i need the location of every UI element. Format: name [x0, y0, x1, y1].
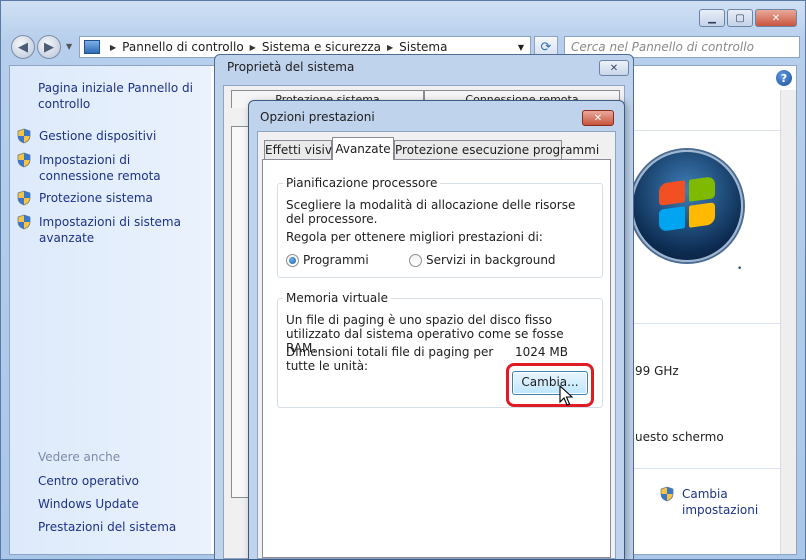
- paging-size-value: 1024 MB: [515, 345, 568, 359]
- task-advanced-system-settings[interactable]: Impostazioni di sistema avanzate: [16, 214, 206, 246]
- task-remote-settings[interactable]: Impostazioni di connessione remota: [16, 152, 206, 184]
- pen-touch-text: uesto schermo: [635, 430, 724, 444]
- performance-options-dialog: Opzioni prestazioni ✕ Effetti visivi Ava…: [248, 100, 625, 560]
- task-pane: Pagina iniziale Pannello di controllo Ge…: [10, 66, 211, 554]
- tab-advanced[interactable]: Avanzate: [332, 137, 394, 160]
- radio-programs[interactable]: Programmi: [286, 253, 369, 267]
- close-button[interactable]: ✕: [755, 9, 797, 27]
- refresh-icon: ⟳: [540, 39, 552, 55]
- recent-pages-dropdown[interactable]: ▼: [66, 42, 72, 51]
- group-title: Memoria virtuale: [283, 291, 391, 305]
- change-settings-link[interactable]: Cambia impostazioni: [659, 486, 772, 518]
- back-button[interactable]: ◀: [11, 35, 35, 59]
- arrow-left-icon: ◀: [18, 39, 28, 55]
- task-label: Gestione dispositivi: [39, 129, 157, 143]
- chevron-right-icon[interactable]: ▶: [387, 43, 393, 52]
- uac-shield-icon: [16, 152, 32, 168]
- radio-label: Servizi in background: [426, 253, 556, 267]
- dialog-title: Opzioni prestazioni: [260, 110, 375, 124]
- processor-scheduling-group: Pianificazione processore Scegliere la m…: [277, 176, 603, 278]
- chevron-right-icon[interactable]: ▶: [250, 43, 256, 52]
- uac-shield-icon: [16, 190, 32, 206]
- close-icon: ✕: [593, 112, 603, 124]
- chevron-right-icon[interactable]: ▶: [110, 43, 116, 52]
- uac-shield-icon: [659, 486, 675, 502]
- vertical-scrollbar[interactable]: [780, 90, 796, 554]
- adjust-prompt: Regola per ottenere migliori prestazioni…: [286, 230, 543, 244]
- radio-label: Programmi: [303, 253, 369, 267]
- performance-info-link[interactable]: Prestazioni del sistema: [38, 520, 176, 534]
- tab-dep[interactable]: Protezione esecuzione programmi: [394, 140, 599, 159]
- mouse-cursor-icon: [559, 385, 573, 406]
- logo-trademark: •: [737, 264, 743, 274]
- maximize-button[interactable]: ▢: [727, 9, 753, 27]
- caption-buttons: ▁ ▢ ✕: [699, 9, 797, 27]
- task-label: Protezione sistema: [39, 191, 153, 205]
- breadcrumb-control-panel[interactable]: Pannello di controllo: [122, 40, 244, 54]
- divider: [631, 323, 780, 324]
- processor-description: Scegliere la modalità di allocazione del…: [286, 198, 576, 226]
- forward-button[interactable]: ▶: [37, 35, 61, 59]
- breadcrumb-system-security[interactable]: Sistema e sicurezza: [262, 40, 381, 54]
- close-button[interactable]: ✕: [582, 110, 614, 126]
- control-panel-home-link[interactable]: Pagina iniziale Pannello di controllo: [38, 80, 198, 112]
- tab-visual-effects[interactable]: Effetti visivi: [264, 140, 335, 159]
- change-settings-label: Cambia impostazioni: [682, 487, 759, 517]
- radio-button-selected[interactable]: [286, 253, 299, 267]
- arrow-right-icon: ▶: [44, 39, 54, 55]
- close-button[interactable]: ✕: [599, 60, 629, 76]
- divider: [631, 468, 780, 469]
- advanced-tab-page: Pianificazione processore Scegliere la m…: [262, 159, 611, 558]
- minimize-button[interactable]: ▁: [699, 9, 725, 27]
- help-icon[interactable]: ?: [776, 70, 792, 86]
- change-paging-button[interactable]: Cambia...: [512, 371, 588, 395]
- action-center-link[interactable]: Centro operativo: [38, 474, 139, 488]
- performance-options-body: Effetti visivi Avanzate Protezione esecu…: [257, 131, 616, 559]
- paging-size-label: Dimensioni totali file di paging per tut…: [286, 345, 494, 373]
- radio-background-services[interactable]: Servizi in background: [409, 253, 556, 267]
- task-label: Impostazioni di connessione remota: [39, 153, 161, 183]
- task-label: Impostazioni di sistema avanzate: [39, 215, 181, 245]
- divider: [631, 130, 780, 131]
- task-device-manager[interactable]: Gestione dispositivi: [16, 128, 206, 144]
- control-panel-icon: [84, 40, 100, 54]
- cpu-speed-text: 99 GHz: [635, 364, 679, 378]
- uac-shield-icon: [16, 128, 32, 144]
- group-title: Pianificazione processore: [283, 176, 441, 190]
- dialog-title: Proprietà del sistema: [227, 60, 355, 74]
- task-system-protection[interactable]: Protezione sistema: [16, 190, 206, 206]
- windows-update-link[interactable]: Windows Update: [38, 497, 139, 511]
- breadcrumb-system[interactable]: Sistema: [399, 40, 447, 54]
- close-icon: ✕: [609, 62, 619, 74]
- radio-button[interactable]: [409, 253, 422, 267]
- see-also-heading: Vedere anche: [38, 450, 121, 464]
- uac-shield-icon: [16, 214, 32, 230]
- windows-logo: [631, 150, 743, 262]
